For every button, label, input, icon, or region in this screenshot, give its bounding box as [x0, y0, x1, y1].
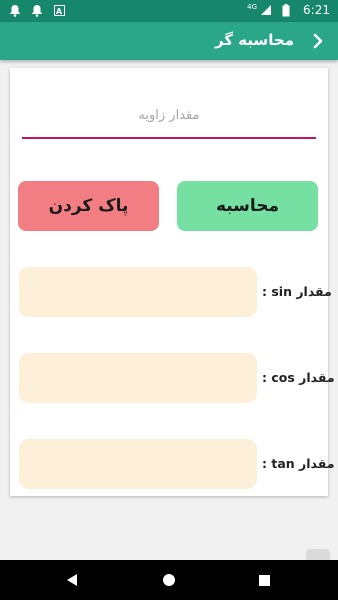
- system-status: 4G 6:21: [247, 3, 330, 17]
- notification-bell-icon: [30, 3, 44, 17]
- sin-result-box: [19, 267, 257, 317]
- home-circle-icon[interactable]: [161, 572, 177, 588]
- tan-result-box: [19, 439, 257, 489]
- app-notification-icon: A: [52, 3, 66, 17]
- calculator-card: محاسبه پاک کردن مقدار sin : مقدار cos : …: [10, 68, 335, 496]
- battery-icon: [279, 3, 293, 17]
- calculate-button[interactable]: محاسبه: [177, 181, 318, 231]
- network-type: 4G: [247, 3, 258, 11]
- cos-label: مقدار cos :: [262, 370, 335, 385]
- chevron-right-icon[interactable]: [308, 30, 328, 52]
- notification-bell-icon: [8, 3, 22, 17]
- app-bar: محاسبه گر: [0, 22, 338, 60]
- back-triangle-icon[interactable]: [64, 572, 80, 588]
- page-title: محاسبه گر: [215, 31, 294, 49]
- navigation-bar: [0, 560, 338, 600]
- clear-button[interactable]: پاک کردن: [18, 181, 159, 231]
- clock: 6:21: [303, 3, 330, 17]
- angle-input[interactable]: [22, 93, 316, 139]
- status-bar: A 4G 6:21: [0, 0, 338, 22]
- sin-label: مقدار sin :: [262, 284, 332, 299]
- cos-result-box: [19, 353, 257, 403]
- recents-square-icon[interactable]: [256, 572, 272, 588]
- network-signal-icon: [259, 3, 273, 17]
- tan-label: مقدار tan :: [262, 456, 335, 471]
- notification-icons: A: [8, 3, 66, 17]
